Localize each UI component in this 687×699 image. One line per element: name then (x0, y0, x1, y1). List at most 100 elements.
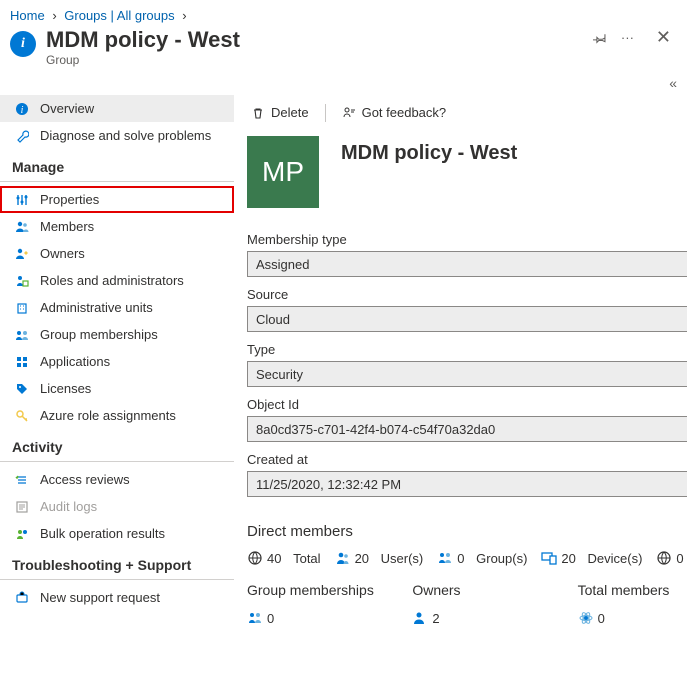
sidebar-item-roles[interactable]: Roles and administrators (0, 267, 234, 294)
stat-label: Group(s) (476, 551, 527, 566)
sidebar-item-label: Owners (40, 246, 85, 261)
field-value: 11/25/2020, 12:32:42 PM (256, 477, 401, 492)
collapse-icon[interactable]: « (669, 75, 677, 91)
group-avatar: MP (247, 136, 319, 208)
sidebar-item-label: Azure role assignments (40, 408, 176, 423)
stat-others: 0 Other(s) (656, 550, 687, 566)
feedback-button[interactable]: Got feedback? (338, 103, 451, 122)
stat-number: 20 (561, 551, 575, 566)
checklist-icon (14, 473, 30, 487)
field-object-id: Object Id 8a0cd375-c701-42f4-b074-c54f70… (247, 397, 687, 442)
sidebar-item-members[interactable]: Members (0, 213, 234, 240)
delete-button[interactable]: Delete (247, 103, 313, 122)
sidebar-item-group-memberships[interactable]: Group memberships (0, 321, 234, 348)
field-value: Assigned (256, 257, 309, 272)
stats-grid: Group memberships 0 Owners 2 Total membe… (247, 582, 687, 626)
stat-groups: 0 Group(s) (437, 550, 527, 566)
field-created-at: Created at 11/25/2020, 12:32:42 PM (247, 452, 687, 497)
key-icon (14, 409, 30, 423)
group-icon (247, 610, 263, 626)
sidebar-item-label: Overview (40, 101, 94, 116)
chevron-right-icon: › (52, 8, 56, 23)
svg-text:i: i (21, 105, 24, 116)
globe-icon (656, 550, 672, 566)
stat-label: Total (293, 551, 320, 566)
atom-icon (578, 610, 594, 626)
stat-col-title: Total members (578, 582, 687, 598)
pin-icon[interactable] (593, 31, 607, 45)
sidebar-item-label: Group memberships (40, 327, 158, 342)
sidebar-item-label: Bulk operation results (40, 526, 165, 541)
sidebar-item-label: Roles and administrators (40, 273, 184, 288)
roles-icon (14, 274, 30, 288)
sidebar-item-label: Access reviews (40, 472, 130, 487)
direct-members-title: Direct members (247, 523, 687, 540)
close-icon[interactable]: ✕ (656, 27, 671, 48)
sidebar-item-label: Licenses (40, 381, 91, 396)
breadcrumb-home[interactable]: Home (10, 8, 45, 23)
apps-icon (14, 355, 30, 369)
sidebar-item-diagnose[interactable]: Diagnose and solve problems (0, 122, 234, 149)
field-label: Source (247, 287, 687, 302)
sidebar-item-access-reviews[interactable]: Access reviews (0, 466, 234, 493)
logs-icon (14, 500, 30, 514)
sidebar-item-applications[interactable]: Applications (0, 348, 234, 375)
stat-col-owners: Owners 2 (412, 582, 577, 626)
more-icon[interactable]: ··· (621, 30, 634, 45)
stat-col-title: Owners (412, 582, 577, 598)
stat-col-total-members: Total members 0 (578, 582, 687, 626)
stat-number: 0 (267, 611, 274, 626)
stat-number: 20 (355, 551, 369, 566)
sidebar-item-owners[interactable]: Owners (0, 240, 234, 267)
stat-total: 40 Total (247, 550, 321, 566)
group-icon (14, 328, 30, 342)
sidebar-item-label: Properties (40, 192, 99, 207)
stat-number: 40 (267, 551, 281, 566)
sidebar-item-audit-logs[interactable]: Audit logs (0, 493, 234, 520)
info-icon: i (14, 102, 30, 116)
feedback-label: Got feedback? (362, 105, 447, 120)
bulk-icon (14, 527, 30, 541)
sidebar-section-activity: Activity (0, 429, 234, 462)
stat-number: 0 (457, 551, 464, 566)
group-tile: MP MDM policy - West (247, 136, 687, 208)
field-label: Object Id (247, 397, 687, 412)
stat-col-group-memberships: Group memberships 0 (247, 582, 412, 626)
device-icon (541, 550, 557, 566)
building-icon (14, 301, 30, 315)
direct-members-stats: 40 Total 20 User(s) 0 Group(s) 20 Device… (247, 550, 687, 566)
sidebar-item-licenses[interactable]: Licenses (0, 375, 234, 402)
toolbar: Delete Got feedback? (247, 95, 687, 130)
field-label: Type (247, 342, 687, 357)
field-membership-type: Membership type Assigned (247, 232, 687, 277)
main-content: Delete Got feedback? MP MDM policy - Wes… (235, 95, 687, 636)
globe-icon (247, 550, 263, 566)
stat-devices: 20 Device(s) (541, 550, 642, 566)
page-title: MDM policy - West (46, 27, 240, 53)
toolbar-divider (325, 104, 326, 122)
sidebar-item-label: New support request (40, 590, 160, 605)
people-icon (14, 220, 30, 234)
stat-col-title: Group memberships (247, 582, 412, 598)
sidebar-item-azure-roles[interactable]: Azure role assignments (0, 402, 234, 429)
stat-value: 0 (578, 610, 687, 626)
group-icon (437, 550, 453, 566)
sidebar-item-label: Diagnose and solve problems (40, 128, 211, 143)
stat-number: 0 (598, 611, 605, 626)
stat-value: 2 (412, 610, 577, 626)
sidebar-item-bulk[interactable]: Bulk operation results (0, 520, 234, 547)
field-label: Membership type (247, 232, 687, 247)
sidebar-item-overview[interactable]: i Overview (0, 95, 234, 122)
sidebar-item-properties[interactable]: Properties (0, 186, 234, 213)
breadcrumb-groups[interactable]: Groups | All groups (64, 8, 174, 23)
stat-number: 2 (432, 611, 439, 626)
trash-icon (251, 106, 265, 120)
field-value: Security (256, 367, 303, 382)
stat-value: 0 (247, 610, 412, 626)
field-value: Cloud (256, 312, 290, 327)
sidebar-item-admin-units[interactable]: Administrative units (0, 294, 234, 321)
breadcrumb: Home › Groups | All groups › (0, 0, 687, 25)
stat-label: Device(s) (588, 551, 643, 566)
sidebar-item-new-request[interactable]: New support request (0, 584, 234, 611)
owners-icon (14, 247, 30, 261)
